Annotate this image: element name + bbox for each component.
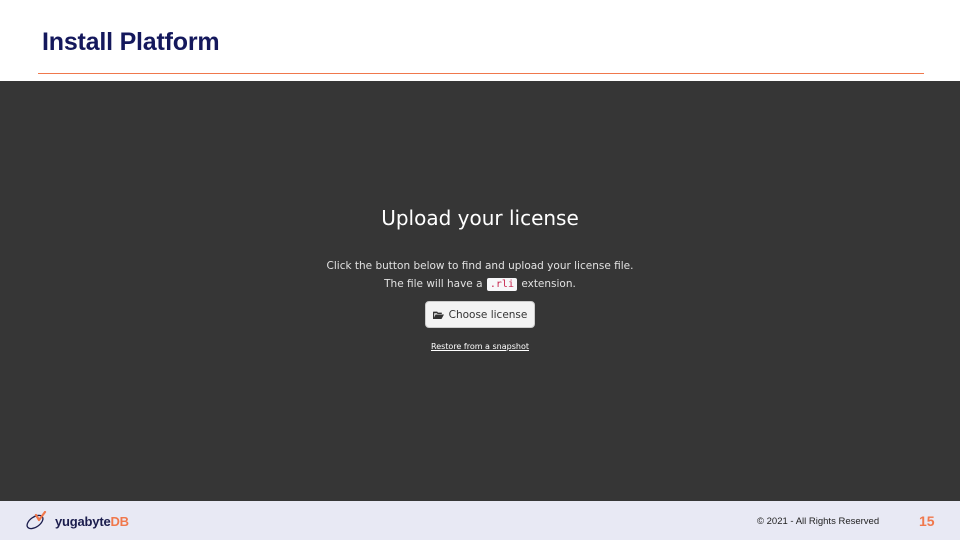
instruction-line-2: The file will have a .rli extension. bbox=[0, 275, 960, 293]
logo-text-main: yugabyte bbox=[55, 513, 111, 529]
folder-open-icon bbox=[432, 311, 444, 319]
page-number: 15 bbox=[919, 513, 935, 529]
restore-snapshot-link[interactable]: Restore from a snapshot bbox=[0, 342, 960, 351]
slide-footer: yugabyteDB © 2021 - All Rights Reserved … bbox=[0, 501, 960, 540]
upload-instructions: Click the button below to find and uploa… bbox=[0, 257, 960, 293]
copyright-text: © 2021 - All Rights Reserved bbox=[757, 516, 880, 527]
choose-license-button[interactable]: Choose license bbox=[425, 301, 535, 328]
slide-title: Install Platform bbox=[42, 28, 220, 56]
slide-header: Install Platform bbox=[0, 0, 960, 80]
title-divider bbox=[38, 73, 924, 74]
logo-text: yugabyteDB bbox=[55, 514, 129, 529]
yugabyte-logo: yugabyteDB bbox=[25, 511, 129, 531]
instruction-prefix: The file will have a bbox=[384, 278, 483, 290]
instruction-line-1: Click the button below to find and uploa… bbox=[326, 260, 634, 272]
instruction-suffix: extension. bbox=[521, 278, 576, 290]
logo-text-accent: DB bbox=[110, 513, 129, 529]
license-upload-panel: Upload your license Click the button bel… bbox=[0, 81, 960, 501]
extension-code: .rli bbox=[486, 278, 517, 291]
choose-license-label: Choose license bbox=[448, 308, 528, 321]
upload-heading: Upload your license bbox=[381, 206, 579, 230]
yugabyte-logo-icon bbox=[26, 511, 47, 530]
